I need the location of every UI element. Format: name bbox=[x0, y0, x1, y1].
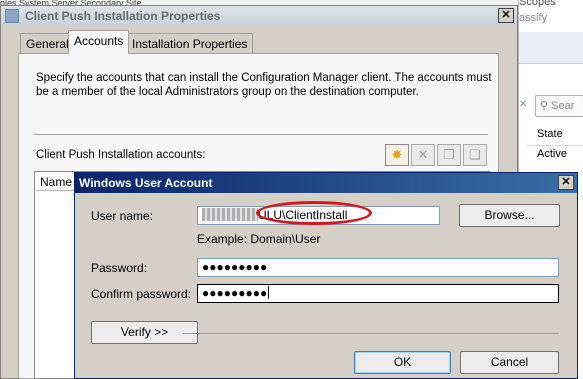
name-column-header[interactable]: Name bbox=[36, 173, 76, 191]
browse-button[interactable]: Browse... bbox=[459, 204, 560, 227]
state-cell: Active bbox=[537, 148, 567, 160]
properties-icon: ❐ bbox=[443, 147, 455, 162]
account-properties-button[interactable]: ❐ bbox=[437, 144, 461, 166]
accounts-description: Specify the accounts that can install th… bbox=[36, 72, 492, 98]
dialog-titlebar: Client Push Installation Properties ✕ bbox=[1, 6, 517, 26]
scopes-label: Scopes bbox=[519, 0, 556, 8]
copy-icon: ❏ bbox=[469, 147, 481, 162]
tab-general[interactable]: General bbox=[20, 33, 75, 53]
new-account-button[interactable]: ✸ bbox=[385, 144, 409, 166]
classify-label[interactable]: assify bbox=[519, 12, 547, 24]
confirm-password-label: Confirm password: bbox=[91, 287, 192, 301]
windows-user-account-dialog: Windows User Account ✕ User name: ULU\Cl… bbox=[74, 172, 578, 379]
password-field[interactable]: ●●●●●●●●● bbox=[197, 258, 559, 277]
state-column-header[interactable]: State bbox=[527, 122, 583, 146]
highlight-ellipse bbox=[256, 201, 372, 225]
delete-account-button[interactable]: ✕ bbox=[411, 144, 435, 166]
user-account-title: Windows User Account bbox=[79, 176, 213, 190]
search-placeholder: Sear bbox=[551, 100, 575, 112]
redacted-domain bbox=[202, 208, 258, 221]
tab-accounts[interactable]: Accounts bbox=[68, 30, 130, 54]
confirm-password-value: ●●●●●●●●● bbox=[202, 286, 268, 300]
cancel-button[interactable]: Cancel bbox=[460, 351, 559, 374]
delete-x-icon: ✕ bbox=[417, 147, 429, 162]
confirm-password-field[interactable]: ●●●●●●●●● bbox=[197, 284, 559, 303]
copy-account-button[interactable]: ❏ bbox=[463, 144, 487, 166]
user-name-label: User name: bbox=[91, 209, 154, 223]
verify-button[interactable]: Verify >> bbox=[91, 321, 198, 344]
ribbon-band bbox=[519, 32, 583, 64]
search-box[interactable]: ⚲ Sear bbox=[535, 95, 583, 117]
user-account-titlebar: Windows User Account ✕ bbox=[75, 173, 577, 193]
example-text: Example: Domain\User bbox=[197, 232, 321, 246]
dialog-title: Client Push Installation Properties bbox=[25, 9, 221, 23]
tab-installation-properties[interactable]: Installation Properties bbox=[126, 33, 254, 53]
close-icon[interactable]: ✕ bbox=[498, 8, 514, 23]
separator bbox=[34, 134, 488, 135]
clear-search-icon[interactable]: ✕ bbox=[519, 99, 527, 110]
search-icon: ⚲ bbox=[540, 100, 549, 112]
new-star-icon: ✸ bbox=[391, 147, 403, 162]
accounts-list-label: Client Push Installation accounts: bbox=[36, 149, 206, 161]
close-icon[interactable]: ✕ bbox=[558, 175, 574, 190]
ok-button[interactable]: OK bbox=[354, 351, 451, 374]
verify-separator bbox=[183, 333, 559, 334]
password-value: ●●●●●●●●● bbox=[202, 260, 268, 274]
app-icon bbox=[5, 9, 19, 23]
text-caret bbox=[268, 286, 270, 299]
password-label: Password: bbox=[91, 261, 148, 275]
